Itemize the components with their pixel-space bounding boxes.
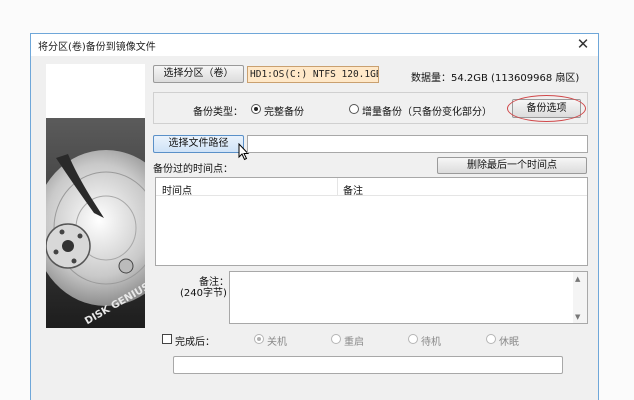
- standby-radio[interactable]: [408, 334, 418, 344]
- restart-label: 重启: [344, 337, 364, 348]
- shutdown-radio[interactable]: [254, 334, 264, 344]
- incremental-backup-label: 增量备份（只备份变化部分）: [362, 107, 492, 118]
- column-header-remark[interactable]: 备注: [343, 182, 363, 197]
- hibernate-radio[interactable]: [486, 334, 496, 344]
- after-completion-label: 完成后：: [175, 337, 215, 348]
- full-backup-radio[interactable]: [251, 104, 261, 114]
- select-partition-button[interactable]: 选择分区（卷）: [153, 65, 244, 83]
- restart-radio[interactable]: [331, 334, 341, 344]
- full-backup-label: 完整备份: [264, 107, 304, 118]
- shutdown-label: 关机: [267, 337, 287, 348]
- remark-textarea[interactable]: [229, 271, 588, 324]
- select-file-path-button[interactable]: 选择文件路径: [153, 135, 244, 153]
- window-title: 将分区(卷)备份到镜像文件: [38, 42, 156, 53]
- after-completion-checkbox[interactable]: [162, 334, 172, 344]
- progress-bar: [173, 356, 563, 374]
- close-icon[interactable]: ✕: [575, 36, 591, 52]
- delete-last-timepoint-button[interactable]: 删除最后一个时间点: [437, 157, 587, 174]
- standby-label: 待机: [421, 337, 441, 348]
- selected-disk-label: HD1:OS(C:) NTFS 120.1GB: [247, 66, 379, 83]
- data-size-text: 数据量：54.2GB (113609968 扇区): [411, 73, 580, 84]
- remark-hint: (240字节): [180, 288, 227, 299]
- scroll-up-icon[interactable]: ▲: [575, 275, 580, 283]
- highlight-oval: [507, 95, 586, 122]
- column-divider: [337, 178, 338, 196]
- incremental-backup-radio[interactable]: [349, 104, 359, 114]
- list-header: [156, 178, 587, 196]
- backup-type-label: 备份类型：: [193, 107, 243, 118]
- file-path-input[interactable]: [247, 135, 588, 153]
- history-label: 备份过的时间点：: [153, 164, 233, 175]
- scroll-down-icon[interactable]: ▼: [575, 313, 580, 321]
- column-header-timepoint[interactable]: 时间点: [162, 182, 192, 197]
- hard-disk-icon: DISK GENIUS: [46, 118, 145, 328]
- hibernate-label: 休眠: [499, 337, 519, 348]
